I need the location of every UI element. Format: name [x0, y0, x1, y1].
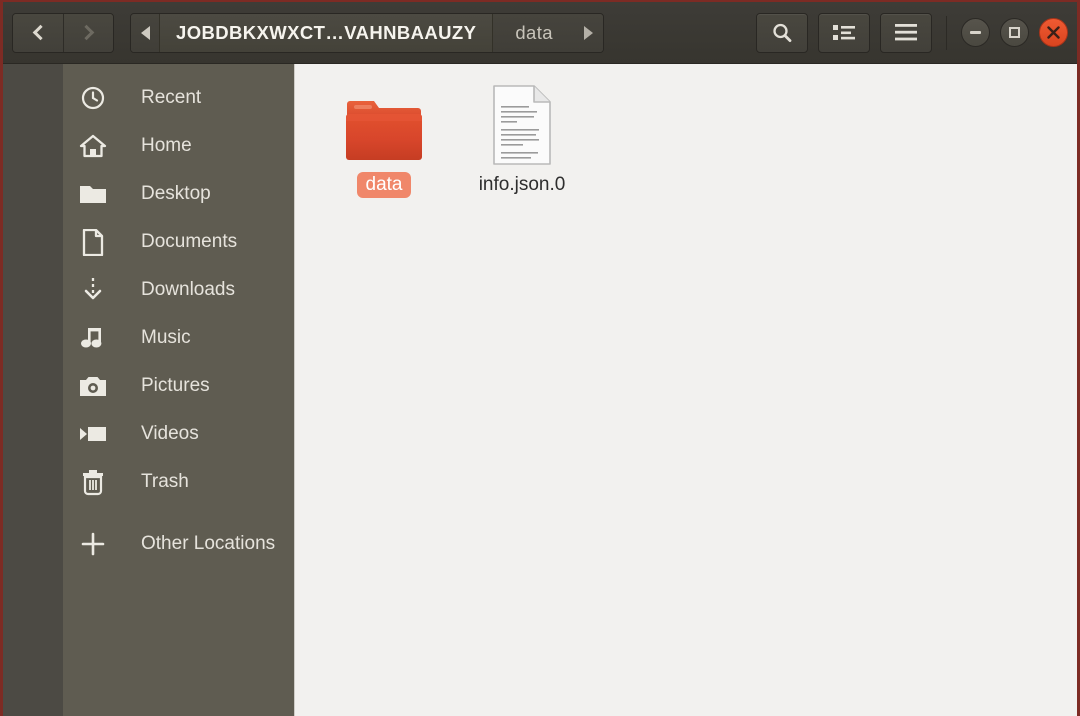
- maximize-icon: [1009, 27, 1020, 38]
- sidebar-item-other-locations[interactable]: Other Locations: [63, 520, 294, 568]
- sidebar-item-label: Pictures: [141, 375, 210, 396]
- minimize-button[interactable]: [961, 18, 990, 47]
- sidebar-item-music[interactable]: Music: [63, 314, 294, 362]
- forward-button[interactable]: [63, 13, 113, 52]
- sidebar-item-label: Videos: [141, 423, 199, 444]
- file-manager-window: JOBDBKXWXCT…VAHNBAAUZY data Recent Home …: [0, 0, 1080, 716]
- music-note-icon: [63, 326, 123, 350]
- plus-icon: [63, 531, 123, 557]
- sidebar-item-label: Home: [141, 135, 192, 156]
- sidebar-item-recent[interactable]: Recent: [63, 74, 294, 122]
- file-label: info.json.0: [478, 174, 566, 195]
- path-scroll-left-button[interactable]: [131, 13, 159, 52]
- back-button[interactable]: [13, 13, 63, 52]
- icon-grid: data info.json.0: [315, 78, 1077, 198]
- breadcrumb-segment-current[interactable]: JOBDBKXWXCT…VAHNBAAUZY: [159, 13, 494, 52]
- triangle-left-icon: [140, 25, 150, 40]
- file-list-view[interactable]: data info.json.0: [295, 64, 1077, 716]
- folder-icon: [63, 182, 123, 206]
- triangle-right-icon: [584, 25, 594, 40]
- sidebar-item-videos[interactable]: Videos: [63, 410, 294, 458]
- list-view-icon: [833, 24, 855, 40]
- sidebar-item-label: Trash: [141, 471, 189, 492]
- clock-icon: [63, 85, 123, 111]
- close-icon: [1047, 26, 1060, 39]
- path-scroll-right-button[interactable]: [574, 13, 603, 52]
- menu-button[interactable]: [880, 12, 932, 53]
- chevron-right-icon: [78, 24, 95, 41]
- header-bar: JOBDBKXWXCT…VAHNBAAUZY data: [3, 2, 1077, 64]
- download-icon: [63, 276, 123, 304]
- sidebar-item-downloads[interactable]: Downloads: [63, 266, 294, 314]
- minimize-icon: [970, 31, 981, 34]
- header-right-controls: [756, 12, 1068, 53]
- sidebar-icon-rail: [3, 64, 63, 716]
- view-toggle-button[interactable]: [818, 12, 870, 53]
- sidebar-item-desktop[interactable]: Desktop: [63, 170, 294, 218]
- camera-icon: [63, 375, 123, 398]
- sidebar-item-label: Desktop: [141, 183, 211, 204]
- sidebar-divider: [63, 506, 294, 520]
- folder-icon: [345, 84, 423, 166]
- sidebar-item-label: Recent: [141, 87, 202, 108]
- file-label: data: [356, 172, 412, 198]
- search-button[interactable]: [756, 12, 808, 53]
- trash-icon: [63, 469, 123, 496]
- sidebar-item-label: Music: [141, 327, 191, 348]
- sidebar-item-label: Documents: [141, 231, 238, 252]
- sidebar-item-documents[interactable]: Documents: [63, 218, 294, 266]
- sidebar-item-trash[interactable]: Trash: [63, 458, 294, 506]
- file-item-folder[interactable]: data: [315, 78, 453, 198]
- sidebar-item-pictures[interactable]: Pictures: [63, 362, 294, 410]
- close-button[interactable]: [1039, 18, 1068, 47]
- search-icon: [773, 23, 792, 42]
- video-camera-icon: [63, 425, 123, 443]
- sidebar-item-label: Downloads: [141, 279, 235, 300]
- sidebar-item-label: Other Locations: [141, 533, 276, 554]
- hamburger-menu-icon: [895, 24, 917, 41]
- chevron-left-icon: [32, 24, 48, 41]
- sidebar: Recent Home Desktop Documents Downloads …: [3, 64, 295, 716]
- document-icon: [63, 228, 123, 256]
- navigation-button-group: [12, 12, 114, 53]
- sidebar-item-home[interactable]: Home: [63, 122, 294, 170]
- file-item-document[interactable]: info.json.0: [453, 78, 591, 198]
- home-icon: [63, 133, 123, 159]
- maximize-button[interactable]: [1000, 18, 1029, 47]
- header-separator: [946, 15, 947, 50]
- breadcrumb-segment-data[interactable]: data: [493, 13, 575, 52]
- document-icon: [489, 84, 555, 166]
- sidebar-list: Recent Home Desktop Documents Downloads …: [63, 64, 294, 716]
- breadcrumb: JOBDBKXWXCT…VAHNBAAUZY data: [130, 12, 604, 53]
